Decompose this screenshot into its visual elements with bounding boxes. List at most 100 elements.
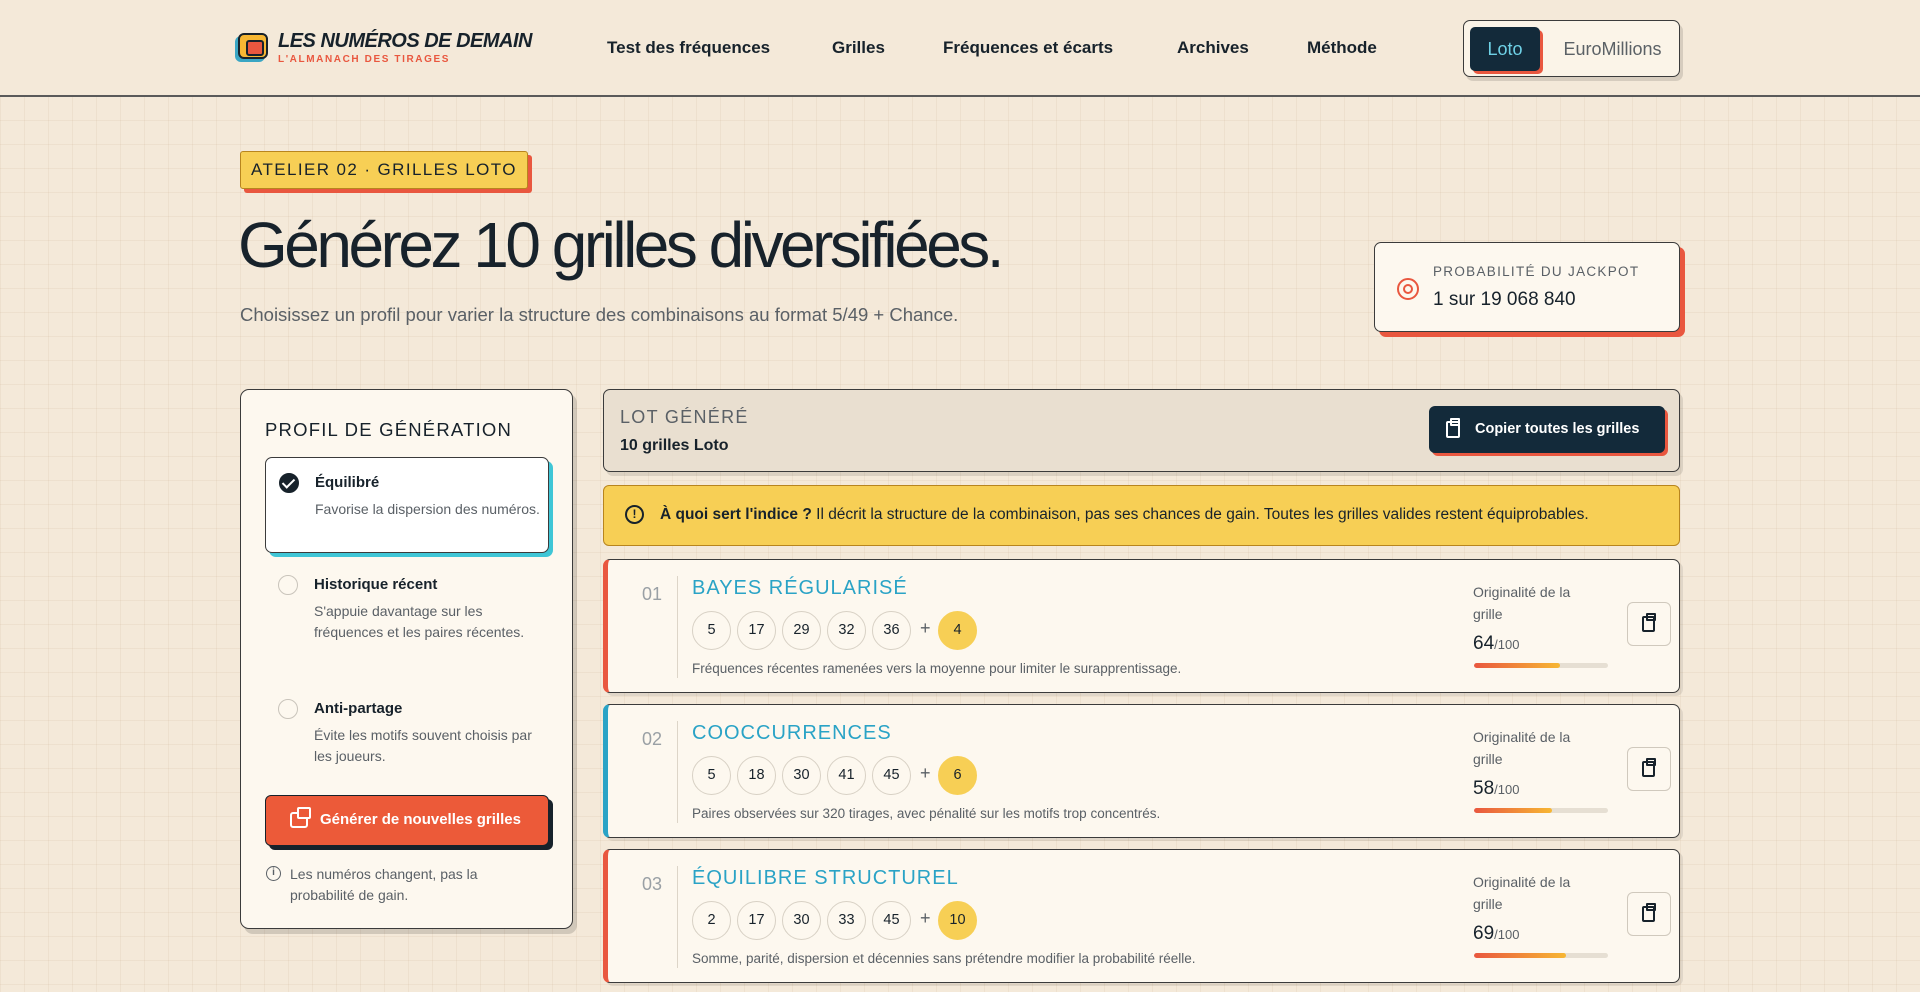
number-ball: 5 [692, 611, 731, 650]
score-value: 64 [1473, 633, 1495, 654]
check-icon [279, 473, 299, 493]
generation-profile-panel: PROFIL DE GÉNÉRATION Équilibré Favorise … [240, 389, 573, 929]
jackpot-probability-card: PROBABILITÉ DU JACKPOT 1 sur 19 068 840 [1374, 242, 1680, 332]
copy-all-button[interactable]: Copier toutes les grilles [1429, 406, 1665, 453]
grid-description: Paires observées sur 320 tirages, avec p… [692, 806, 1161, 821]
jackpot-label: PROBABILITÉ DU JACKPOT [1433, 264, 1640, 279]
plus-sign: + [920, 763, 931, 783]
grid-description: Fréquences récentes ramenées vers la moy… [692, 661, 1182, 676]
section-badge: ATELIER 02 · GRILLES LOTO [240, 151, 528, 189]
profile-name: Historique récent [314, 576, 438, 593]
score-max: /100 [1494, 927, 1520, 942]
switch-loto[interactable]: Loto [1470, 27, 1540, 71]
grid-number: 02 [642, 729, 663, 749]
grid-card: 02 COOCCURRENCES 5 18 30 41 45 + 6 Paire… [603, 704, 1680, 838]
info-banner: ! À quoi sert l'indice ? Il décrit la st… [603, 485, 1680, 546]
grid-title: ÉQUILIBRE STRUCTUREL [692, 867, 959, 889]
number-ball: 36 [872, 611, 911, 650]
info-text: À quoi sert l'indice ? Il décrit la stru… [660, 506, 1589, 524]
switch-euromillions[interactable]: EuroMillions [1550, 27, 1675, 71]
profile-name: Équilibré [315, 474, 380, 491]
generate-button[interactable]: Générer de nouvelles grilles [265, 795, 549, 846]
dice-icon [290, 807, 311, 828]
page-subtitle: Choisissez un profil pour varier la stru… [240, 304, 959, 325]
generate-label: Générer de nouvelles grilles [320, 811, 521, 828]
logo-icon [238, 33, 268, 59]
plus-sign: + [920, 618, 931, 638]
radio-icon [278, 699, 298, 719]
profile-anti-partage[interactable]: Anti-partage Évite les motifs souvent ch… [265, 684, 549, 774]
originality-bar [1474, 953, 1608, 958]
number-ball: 18 [737, 756, 776, 795]
number-ball: 5 [692, 756, 731, 795]
number-ball: 32 [827, 611, 866, 650]
info-body: Il décrit la structure de la combinaison… [811, 506, 1589, 523]
number-ball: 33 [827, 901, 866, 940]
divider [677, 721, 678, 823]
page-title: Générez 10 grilles diversifiées. [238, 209, 1005, 281]
nav-test-frequences[interactable]: Test des fréquences [607, 38, 770, 58]
originality-label: Originalité de la grille [1473, 584, 1571, 622]
number-ball: 41 [827, 756, 866, 795]
number-ball: 45 [872, 756, 911, 795]
jackpot-value: 1 sur 19 068 840 [1433, 289, 1576, 310]
originality-score: 69/100 [1473, 923, 1519, 945]
originality-bar-fill [1474, 663, 1560, 668]
number-ball: 30 [782, 756, 821, 795]
number-ball: 29 [782, 611, 821, 650]
nav-grilles[interactable]: Grilles [832, 38, 885, 58]
nav-frequences-ecarts[interactable]: Fréquences et écarts [943, 38, 1113, 58]
profile-desc: S'appuie davantage sur les fréquences et… [314, 603, 525, 640]
nav-archives[interactable]: Archives [1177, 38, 1249, 58]
copy-grid-button[interactable] [1627, 892, 1671, 936]
info-strong: À quoi sert l'indice ? [660, 506, 812, 523]
grid-card: 03 ÉQUILIBRE STRUCTUREL 2 17 30 33 45 + … [603, 849, 1680, 983]
number-ball: 17 [737, 611, 776, 650]
batch-count: 10 grilles Loto [620, 437, 729, 454]
profile-desc: Favorise la dispersion des numéros. [315, 501, 540, 517]
game-switch: Loto EuroMillions [1463, 20, 1680, 77]
originality-bar [1474, 808, 1608, 813]
chance-ball: 6 [938, 756, 977, 795]
originality-label: Originalité de la grille [1473, 874, 1571, 912]
generate-note: Les numéros changent, pas la probabilité… [290, 866, 478, 903]
grid-card: 01 BAYES RÉGULARISÉ 5 17 29 32 36 + 4 Fr… [603, 559, 1680, 693]
site-header: LES NUMÉROS DE DEMAIN L'ALMANACH DES TIR… [0, 0, 1920, 97]
batch-label: LOT GÉNÉRÉ [620, 407, 749, 427]
originality-score: 58/100 [1473, 778, 1519, 800]
grid-number: 01 [642, 584, 663, 604]
profile-historique-recent[interactable]: Historique récent S'appuie davantage sur… [265, 560, 549, 675]
number-ball: 2 [692, 901, 731, 940]
divider [677, 576, 678, 678]
copy-all-label: Copier toutes les grilles [1475, 421, 1640, 437]
originality-bar-fill [1474, 953, 1567, 958]
profile-equilibre[interactable]: Équilibré Favorise la dispersion des num… [265, 457, 549, 553]
grid-title: BAYES RÉGULARISÉ [692, 577, 908, 599]
plus-sign: + [920, 908, 931, 928]
originality-score: 64/100 [1473, 633, 1519, 655]
originality-bar-fill [1474, 808, 1552, 813]
logo-title: LES NUMÉROS DE DEMAIN [278, 30, 532, 52]
info-icon: i [266, 866, 281, 881]
chance-ball: 10 [938, 901, 977, 940]
score-max: /100 [1494, 782, 1520, 797]
number-ball: 17 [737, 901, 776, 940]
copy-grid-button[interactable] [1627, 602, 1671, 646]
score-value: 69 [1473, 923, 1495, 944]
profile-name: Anti-partage [314, 700, 403, 717]
score-max: /100 [1494, 637, 1520, 652]
nav-methode[interactable]: Méthode [1307, 38, 1377, 58]
clipboard-icon [1642, 613, 1656, 632]
number-ball: 30 [782, 901, 821, 940]
score-value: 58 [1473, 778, 1495, 799]
clipboard-icon [1642, 903, 1656, 922]
number-ball: 45 [872, 901, 911, 940]
alert-icon: ! [625, 505, 644, 524]
clipboard-icon [1642, 758, 1656, 777]
grid-title: COOCCURRENCES [692, 722, 892, 744]
copy-grid-button[interactable] [1627, 747, 1671, 791]
originality-bar [1474, 663, 1608, 668]
divider [677, 866, 678, 968]
chance-ball: 4 [938, 611, 977, 650]
profile-desc: Évite les motifs souvent choisis par les… [314, 727, 532, 764]
